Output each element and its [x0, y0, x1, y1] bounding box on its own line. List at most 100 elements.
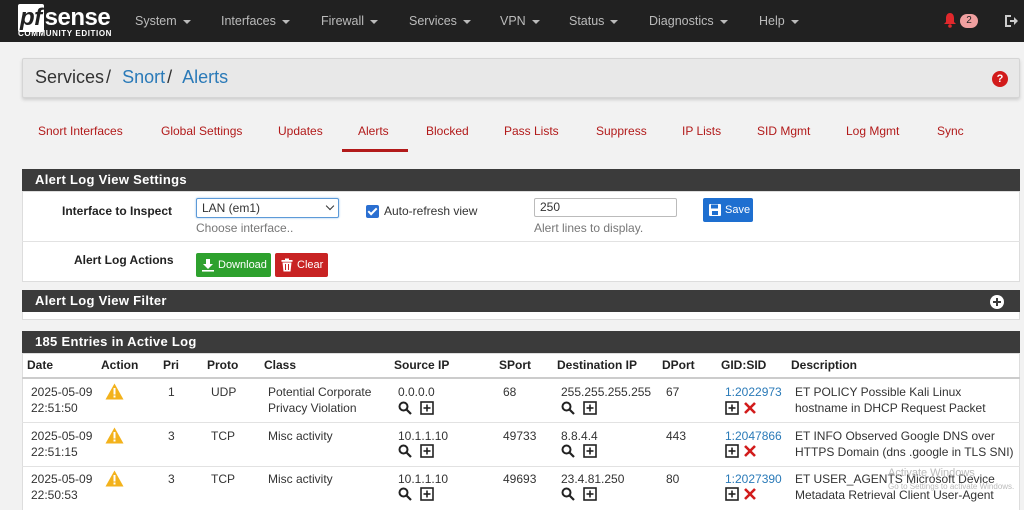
cell-gid-sid-link[interactable]: 1:2027390 — [725, 471, 782, 487]
cell-class: Misc activity — [268, 472, 333, 486]
cell-date: 2025-05-09 — [31, 472, 93, 486]
tab-sid-mgmt[interactable]: SID Mgmt — [757, 124, 810, 138]
clear-button[interactable]: Clear — [275, 253, 328, 277]
save-button-label: Save — [725, 204, 751, 216]
download-button-label: Download — [218, 259, 267, 271]
cell-dport: 67 — [666, 385, 680, 399]
breadcrumb-snort[interactable]: Snort — [122, 67, 165, 87]
plus-square-icon[interactable] — [583, 487, 597, 501]
plus-circle-icon[interactable] — [990, 295, 1004, 309]
nav-label: Help — [759, 14, 785, 28]
nav-services[interactable]: Services — [409, 0, 471, 42]
search-icon[interactable] — [398, 444, 412, 458]
plus-square-icon[interactable] — [420, 487, 434, 501]
pfsense-logo[interactable]: pf sense COMMUNITY EDITION — [16, 4, 116, 40]
search-icon[interactable] — [561, 401, 575, 415]
floppy-disk-icon — [709, 204, 721, 216]
plus-square-icon[interactable] — [420, 444, 434, 458]
tab-ip-lists[interactable]: IP Lists — [682, 124, 721, 138]
download-button[interactable]: Download — [196, 253, 271, 277]
plus-square-icon[interactable] — [583, 401, 597, 415]
nav-label: System — [135, 14, 177, 28]
col-dport[interactable]: DPort — [662, 358, 695, 372]
bell-icon[interactable] — [943, 12, 957, 28]
logo-edition: COMMUNITY EDITION — [18, 29, 113, 38]
nav-firewall[interactable]: Firewall — [321, 0, 379, 42]
autorefresh-checkbox[interactable] — [366, 205, 379, 218]
caret-down-icon — [610, 19, 619, 24]
cell-gid-sid-link[interactable]: 1:2022973 — [725, 384, 782, 400]
tab-global-settings[interactable]: Global Settings — [161, 124, 242, 138]
plus-square-icon[interactable] — [583, 444, 597, 458]
col-class[interactable]: Class — [264, 358, 296, 372]
col-pri[interactable]: Pri — [163, 358, 179, 372]
search-icon[interactable] — [398, 401, 412, 415]
col-date[interactable]: Date — [27, 358, 53, 372]
col-source-ip[interactable]: Source IP — [394, 358, 449, 372]
delete-x-icon[interactable] — [743, 444, 757, 458]
cell-sport: 49733 — [503, 429, 537, 443]
plus-square-icon[interactable] — [725, 444, 739, 458]
nav-help[interactable]: Help — [759, 0, 799, 42]
tab-suppress[interactable]: Suppress — [596, 124, 647, 138]
cell-source-ip: 0.0.0.0 — [398, 385, 435, 399]
plus-square-icon[interactable] — [725, 401, 739, 415]
breadcrumb-alerts[interactable]: Alerts — [182, 67, 228, 87]
breadcrumb-bar: Services / Snort / Alerts ? — [22, 58, 1020, 98]
delete-x-icon[interactable] — [743, 487, 757, 501]
search-icon[interactable] — [398, 487, 412, 501]
interface-select[interactable]: LAN (em1) — [196, 198, 339, 218]
col-gid-sid[interactable]: GID:SID — [721, 358, 766, 372]
col-description[interactable]: Description — [791, 358, 857, 372]
nav-diagnostics[interactable]: Diagnostics — [649, 0, 728, 42]
search-icon[interactable] — [561, 487, 575, 501]
logo-wordmark: pf sense — [18, 4, 111, 32]
plus-square-icon[interactable] — [420, 401, 434, 415]
windows-activation-watermark: Activate Windows — [888, 467, 975, 479]
delete-x-icon[interactable] — [743, 401, 757, 415]
nav-status[interactable]: Status — [569, 0, 619, 42]
trash-icon — [281, 258, 293, 272]
cell-pri: 1 — [168, 385, 175, 399]
caret-down-icon — [182, 19, 191, 24]
col-action[interactable]: Action — [101, 358, 138, 372]
cell-description-2: hostname in DHCP Request Packet — [795, 401, 986, 415]
col-destination-ip[interactable]: Destination IP — [557, 358, 637, 372]
cell-destination-ip: 23.4.81.250 — [561, 472, 625, 486]
autorefresh-label[interactable]: Auto-refresh view — [384, 204, 477, 218]
cell-description-2: HTTPS Domain (dns .google in TLS SNI) — [795, 445, 1014, 459]
tab-updates[interactable]: Updates — [278, 124, 323, 138]
alert-lines-hint: Alert lines to display. — [534, 221, 644, 235]
nav-label: Services — [409, 14, 457, 28]
cell-time: 22:51:50 — [31, 401, 78, 415]
cell-class-2: Privacy Violation — [268, 401, 357, 415]
notification-badge[interactable]: 2 — [960, 14, 978, 28]
nav-vpn[interactable]: VPN — [500, 0, 540, 42]
tab-snort-interfaces[interactable]: Snort Interfaces — [38, 124, 123, 138]
plus-square-icon[interactable] — [725, 487, 739, 501]
cell-gid-sid-link[interactable]: 1:2047866 — [725, 428, 782, 444]
help-icon[interactable]: ? — [992, 71, 1008, 87]
nav-label: Interfaces — [221, 14, 276, 28]
top-navbar: pf sense COMMUNITY EDITION System Interfa… — [0, 0, 1024, 42]
cell-proto: UDP — [211, 385, 237, 399]
search-icon[interactable] — [561, 444, 575, 458]
caret-down-icon — [281, 19, 290, 24]
col-sport[interactable]: SPort — [499, 358, 531, 372]
logout-icon[interactable] — [1003, 13, 1019, 29]
nav-interfaces[interactable]: Interfaces — [221, 0, 290, 42]
tab-alerts[interactable]: Alerts — [358, 124, 389, 138]
cell-destination-ip: 255.255.255.255 — [561, 385, 652, 399]
logo-name: sense — [44, 4, 111, 31]
tab-sync[interactable]: Sync — [937, 124, 964, 138]
cell-destination-ip: 8.8.4.4 — [561, 429, 598, 443]
save-button[interactable]: Save — [703, 198, 753, 222]
cell-description: ET POLICY Possible Kali Linux — [795, 385, 962, 399]
col-proto[interactable]: Proto — [207, 358, 238, 372]
tab-pass-lists[interactable]: Pass Lists — [504, 124, 559, 138]
active-tab-indicator — [342, 149, 408, 152]
alert-lines-input[interactable]: 250 — [534, 198, 677, 217]
tab-log-mgmt[interactable]: Log Mgmt — [846, 124, 899, 138]
tab-blocked[interactable]: Blocked — [426, 124, 469, 138]
nav-system[interactable]: System — [135, 0, 191, 42]
